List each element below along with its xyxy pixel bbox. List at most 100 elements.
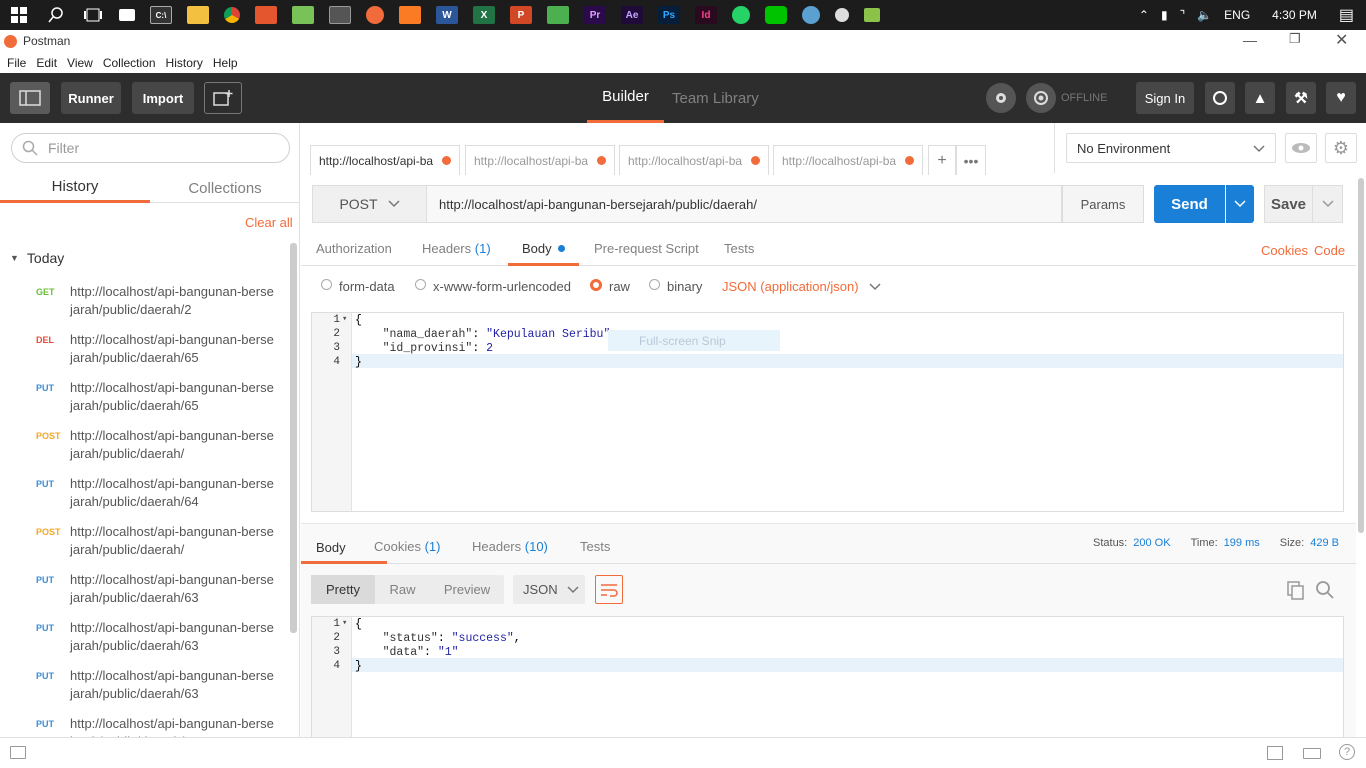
- tab-history[interactable]: History: [0, 173, 150, 203]
- history-item[interactable]: PUT http://localhost/api-bangunan-berseja…: [0, 571, 290, 619]
- toggle-sidebar-button[interactable]: [10, 82, 50, 114]
- response-format-select[interactable]: JSON: [513, 575, 585, 604]
- import-button[interactable]: Import: [132, 82, 194, 114]
- fold-caret-icon[interactable]: ▾: [342, 618, 347, 628]
- tab-team-library[interactable]: Team Library: [672, 73, 759, 123]
- sidebar-scrollbar[interactable]: [290, 243, 297, 633]
- battery-icon[interactable]: ▮: [1161, 8, 1168, 22]
- code-link[interactable]: Code: [1314, 243, 1345, 258]
- request-tab[interactable]: http://localhost/api-ba: [310, 145, 460, 175]
- more-tabs-button[interactable]: •••: [956, 145, 986, 175]
- history-item[interactable]: PUT http://localhost/api-bangunan-berseja…: [0, 475, 290, 523]
- after-effects-icon[interactable]: Ae: [621, 6, 643, 24]
- tab-tests[interactable]: Tests: [724, 241, 754, 256]
- copy-response-button[interactable]: [1286, 580, 1306, 600]
- response-tab-headers[interactable]: Headers (10): [472, 539, 548, 554]
- history-item[interactable]: PUT http://localhost/api-bangunan-berseja…: [0, 667, 290, 715]
- language-indicator[interactable]: ENG: [1224, 8, 1250, 22]
- two-pane-view-icon[interactable]: [1267, 746, 1283, 760]
- history-item[interactable]: PUT http://localhost/api-bangunan-berseja…: [0, 379, 290, 427]
- radio-urlencoded[interactable]: [415, 279, 426, 290]
- method-select[interactable]: POST: [312, 185, 427, 223]
- tab-authorization[interactable]: Authorization: [316, 241, 392, 256]
- premiere-icon[interactable]: Pr: [584, 6, 606, 24]
- params-button[interactable]: Params: [1062, 185, 1144, 223]
- radio-raw[interactable]: [590, 279, 602, 291]
- send-button[interactable]: Send: [1154, 185, 1225, 223]
- content-type-select[interactable]: JSON (application/json): [722, 279, 881, 294]
- url-input[interactable]: http://localhost/api-bangunan-bersejarah…: [427, 185, 1062, 223]
- quick-look-button[interactable]: [1285, 133, 1317, 163]
- response-tab-tests[interactable]: Tests: [580, 539, 610, 554]
- app-red-icon[interactable]: [255, 6, 277, 24]
- close-button[interactable]: ✕: [1335, 30, 1348, 50]
- file-explorer-icon[interactable]: [187, 6, 209, 24]
- cookies-link[interactable]: Cookies: [1261, 243, 1308, 258]
- send-options-button[interactable]: [1226, 185, 1254, 223]
- settings-button[interactable]: ⚒: [1286, 82, 1316, 114]
- cmd-app-icon[interactable]: C:\: [150, 6, 172, 24]
- history-item[interactable]: POST http://localhost/api-bangunan-bersej…: [0, 427, 290, 475]
- manage-environments-button[interactable]: ⚙: [1325, 133, 1357, 163]
- task-view-icon[interactable]: [82, 6, 104, 24]
- keyboard-shortcuts-icon[interactable]: [1303, 748, 1321, 759]
- menu-history[interactable]: History: [166, 56, 203, 70]
- tab-builder[interactable]: Builder: [587, 73, 664, 123]
- request-tab[interactable]: http://localhost/api-ba: [619, 145, 769, 175]
- action-center-icon[interactable]: ▤: [1339, 5, 1354, 25]
- sign-in-button[interactable]: Sign In: [1136, 82, 1194, 114]
- mail-app-icon[interactable]: [119, 9, 135, 21]
- wifi-icon[interactable]: ⌝: [1180, 8, 1186, 22]
- save-button[interactable]: Save: [1264, 185, 1313, 223]
- app-paint-icon[interactable]: [802, 6, 820, 24]
- search-response-button[interactable]: [1315, 580, 1335, 600]
- view-preview-button[interactable]: Preview: [430, 582, 504, 597]
- volume-icon[interactable]: 🔈: [1197, 8, 1212, 22]
- favorite-button[interactable]: ♥: [1326, 82, 1356, 114]
- notes-app-icon[interactable]: [864, 8, 880, 22]
- whatsapp-icon[interactable]: [732, 6, 750, 24]
- radio-binary[interactable]: [649, 279, 660, 290]
- tab-collections[interactable]: Collections: [150, 173, 300, 203]
- wrap-lines-button[interactable]: [595, 575, 623, 604]
- environment-select[interactable]: No Environment: [1066, 133, 1276, 163]
- main-scrollbar[interactable]: [1358, 178, 1364, 533]
- word-icon[interactable]: W: [436, 6, 458, 24]
- clock[interactable]: 4:30 PM: [1272, 8, 1317, 22]
- history-item[interactable]: DEL http://localhost/api-bangunan-berseja…: [0, 331, 290, 379]
- request-body-editor[interactable]: 1▾ {2 "nama_daerah": "Kepulauan Seribu", 3…: [311, 312, 1344, 512]
- new-tab-button[interactable]: +: [928, 145, 956, 175]
- android-studio-icon[interactable]: [292, 6, 314, 24]
- runner-button[interactable]: Runner: [61, 82, 121, 114]
- response-body-viewer[interactable]: 1 ▾ {2 "status": "success", 3 "data": "1" 4}: [311, 616, 1344, 737]
- view-pretty-button[interactable]: Pretty: [311, 575, 375, 604]
- corel-icon[interactable]: [547, 6, 569, 24]
- indesign-icon[interactable]: Id: [695, 6, 717, 24]
- search-icon[interactable]: [45, 6, 67, 24]
- chevron-up-icon[interactable]: ⌃: [1139, 8, 1149, 22]
- request-tab[interactable]: http://localhost/api-ba: [465, 145, 615, 175]
- filter-input[interactable]: Filter: [11, 133, 290, 163]
- history-item[interactable]: GET http://localhost/api-bangunan-berseja…: [0, 283, 290, 331]
- request-tab[interactable]: http://localhost/api-ba: [773, 145, 923, 175]
- tab-body[interactable]: Body: [508, 233, 579, 266]
- history-group-today[interactable]: ▼ Today: [10, 250, 64, 266]
- fold-caret-icon[interactable]: ▾: [342, 314, 347, 324]
- help-icon[interactable]: ?: [1339, 744, 1355, 760]
- console-icon[interactable]: [10, 746, 26, 759]
- restore-button[interactable]: ❐: [1289, 31, 1301, 47]
- excel-icon[interactable]: X: [473, 6, 495, 24]
- menu-view[interactable]: View: [67, 56, 93, 70]
- tab-prerequest-script[interactable]: Pre-request Script: [594, 241, 699, 256]
- emoji-app-icon[interactable]: [835, 8, 849, 22]
- photoshop-icon[interactable]: Ps: [658, 6, 680, 24]
- history-item[interactable]: POST http://localhost/api-bangunan-bersej…: [0, 523, 290, 571]
- menu-collection[interactable]: Collection: [103, 56, 156, 70]
- powerpoint-icon[interactable]: P: [510, 6, 532, 24]
- new-window-button[interactable]: [204, 82, 242, 114]
- xampp-icon[interactable]: [399, 6, 421, 24]
- history-item[interactable]: PUT http://localhost/api-bangunan-berseja…: [0, 619, 290, 667]
- postman-taskbar-icon[interactable]: [366, 6, 384, 24]
- chrome-icon[interactable]: [224, 7, 240, 23]
- notifications-button[interactable]: ▲: [1245, 82, 1275, 114]
